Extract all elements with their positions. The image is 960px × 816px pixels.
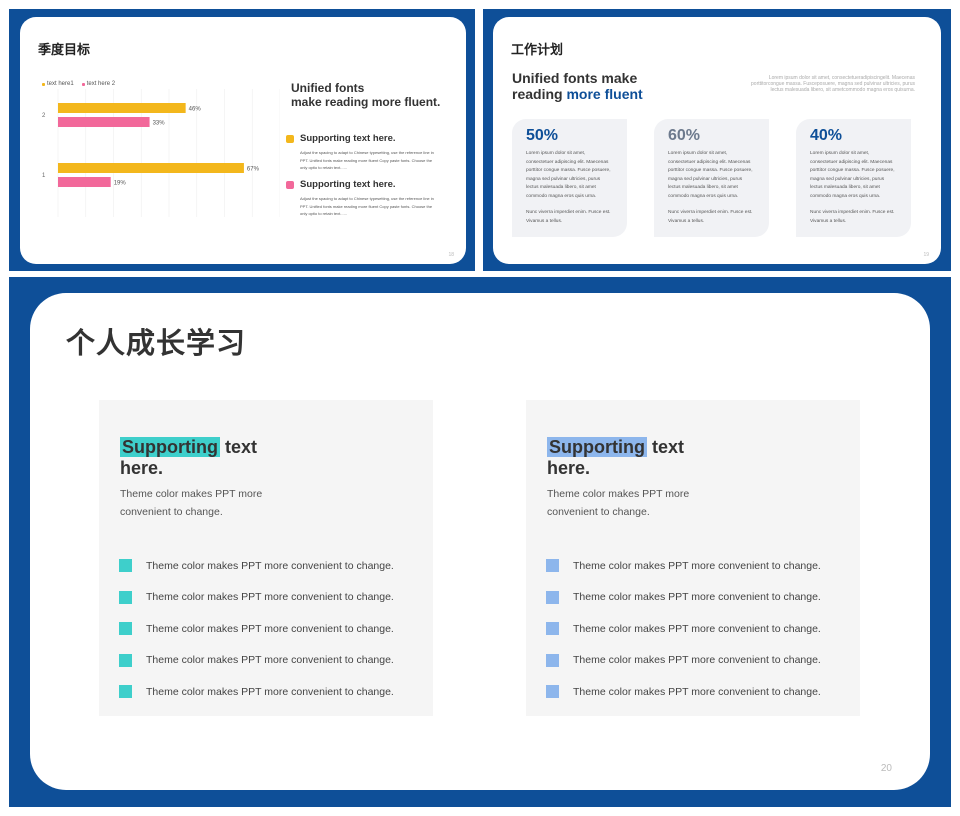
teal-square-icon [119,685,132,699]
list-item: Theme color makes PPT more convenient to… [119,613,394,645]
pink-square-icon [286,180,294,189]
teal-square-icon [119,653,132,667]
heading-accent: more fluent [566,86,643,102]
slide-card: 季度目标 text here1 text here 2 2 46% 33% 1 67% 1… [20,17,466,264]
page-number: 19 [923,252,929,258]
page-number: 20 [880,763,892,774]
content-panel-right: Supporting text here. Theme color makes … [526,400,860,716]
stat-percent: 60% [668,127,701,144]
category-tick-label: 2 [42,113,46,119]
blue-square-icon [546,685,559,699]
heading-line: Unified fonts [291,81,365,95]
panel-subtext: Theme color makes PPT more convenient to… [120,488,263,518]
bar [58,177,111,187]
heading-highlight: Supporting [120,437,220,457]
teal-square-icon [119,622,132,636]
list-item-text: Theme color makes PPT more convenient to… [573,685,821,698]
stat-percent: 50% [526,127,559,144]
teal-square-icon [119,590,132,604]
point-heading: Supporting text here. [286,179,396,190]
slide-card: 个人成长学习 Supporting text here. Theme color… [30,293,930,790]
slide-title: 个人成长学习 [66,328,247,360]
list-item-text: Theme color makes PPT more convenient to… [573,654,821,667]
bullet-list: Theme color makes PPT more convenient to… [119,550,394,708]
bar-value-label: 67% [247,167,260,173]
yellow-square-icon [286,134,294,143]
bar-value-label: 19% [114,181,127,187]
list-item-text: Theme color makes PPT more convenient to… [146,559,394,572]
teal-square-icon [119,559,132,573]
panel-heading: Supporting text here. [120,437,290,479]
stat-text: Lorem ipsum dolor sit amet, consectetuer… [810,151,895,199]
slide-heading: Unified fonts make reading more fluent [512,70,682,102]
slide-thumbnail-18[interactable]: 季度目标 text here1 text here 2 2 46% 33% 1 67% 1… [9,9,475,271]
list-item: Theme color makes PPT more convenient to… [546,613,821,645]
slide-heading: Unified fonts make reading more fluent. [291,81,461,109]
blue-square-icon [546,622,559,636]
stat-text: Lorem ipsum dolor sit amet, consectetuer… [668,151,753,199]
list-item: Theme color makes PPT more convenient to… [119,550,394,582]
list-item: Theme color makes PPT more convenient to… [119,676,394,708]
list-item: Theme color makes PPT more convenient to… [546,582,821,614]
list-item: Theme color makes PPT more convenient to… [546,550,821,582]
stat-text-2: Nunc viverra imperdiet enim. Fusce est. … [810,210,895,224]
list-item-text: Theme color makes PPT more convenient to… [146,591,394,604]
point-heading: Supporting text here. [286,133,396,144]
point-label: Supporting text here. [300,133,396,144]
list-item: Theme color makes PPT more convenient to… [546,645,821,677]
stat-percent: 40% [810,127,843,144]
list-item: Theme color makes PPT more convenient to… [119,582,394,614]
content-panel-left: Supporting text here. Theme color makes … [99,400,433,716]
bullet-list: Theme color makes PPT more convenient to… [546,550,821,708]
heading-highlight: Supporting [547,437,647,457]
list-item-text: Theme color makes PPT more convenient to… [146,654,394,667]
slide-thumbnail-19[interactable]: 工作计划 Unified fonts make reading more flu… [483,9,951,271]
list-item: Theme color makes PPT more convenient to… [119,645,394,677]
stat-text: Lorem ipsum dolor sit amet, consectetuer… [526,151,611,199]
blue-square-icon [546,590,559,604]
bar [58,163,244,173]
list-item-text: Theme color makes PPT more convenient to… [146,685,394,698]
panel-subtext: Theme color makes PPT more convenient to… [547,488,690,518]
stat-text-2: Nunc viverra imperdiet enim. Fusce est. … [668,210,753,224]
bar [58,117,150,127]
point-label: Supporting text here. [300,179,396,190]
stat-card: 40% Lorem ipsum dolor sit amet, consecte… [796,119,911,237]
category-tick-label: 1 [42,173,46,179]
blue-square-icon [546,559,559,573]
list-item-text: Theme color makes PPT more convenient to… [573,591,821,604]
panel-heading: Supporting text here. [547,437,717,479]
heading-line: make reading more fluent. [291,95,441,109]
slide-title: 季度目标 [38,42,91,57]
slide-title: 工作计划 [511,42,564,57]
stat-text-2: Nunc viverra imperdiet enim. Fusce est. … [526,210,611,224]
bar-value-label: 46% [189,107,202,113]
point-description: Adjust the spacing to adapt to Chinese t… [300,196,434,216]
stat-card: 60% Lorem ipsum dolor sit amet, consecte… [654,119,769,237]
note-text: Lorem ipsum dolor sit amet, consectetuer… [751,75,915,93]
point-description: Adjust the spacing to adapt to Chinese t… [300,150,434,170]
bar-chart: 2 46% 33% 1 67% 19% [42,89,280,217]
list-item-text: Theme color makes PPT more convenient to… [573,559,821,572]
bar [58,103,186,113]
list-item-text: Theme color makes PPT more convenient to… [573,622,821,635]
slide-card: 工作计划 Unified fonts make reading more flu… [493,17,941,264]
page-number: 18 [448,252,454,258]
list-item: Theme color makes PPT more convenient to… [546,676,821,708]
stat-card: 50% Lorem ipsum dolor sit amet, consecte… [512,119,627,237]
list-item-text: Theme color makes PPT more convenient to… [146,622,394,635]
bar-value-label: 33% [153,121,166,127]
blue-square-icon [546,653,559,667]
slide-main-20[interactable]: 个人成长学习 Supporting text here. Theme color… [9,277,951,807]
